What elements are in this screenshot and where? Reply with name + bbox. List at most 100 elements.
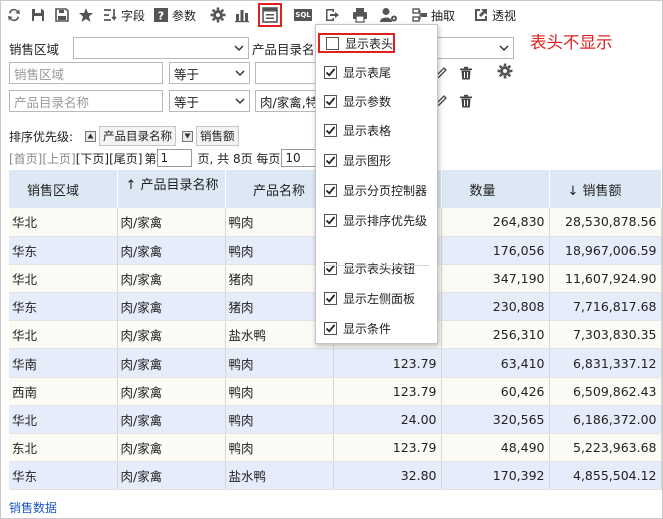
extract-icon [412,7,428,23]
checkbox-checked-icon[interactable] [324,123,337,137]
checkbox-unchecked-icon[interactable] [326,36,339,50]
cell-category: 肉/家禽 [117,264,226,294]
menu-item-option[interactable]: 显示表头按钮 [324,258,415,278]
menu-item-label: 显示参数 [343,94,392,109]
menu-item-label: 显示分页控制器 [343,183,428,198]
prev-page-link[interactable]: [上页] [42,150,75,167]
col-header-region[interactable]: 销售区域 [9,170,118,208]
chevron-down-icon [499,45,509,52]
category-select[interactable] [432,37,514,59]
dataset-link[interactable]: 销售数据 [9,499,57,516]
cell-sales: 5,223,963.68 [549,433,662,463]
menu-item-option[interactable]: 显示图形 [324,150,391,170]
sort-desc-arrow: ↓ [567,183,579,199]
cell-region: 华北 [9,320,118,350]
cell-region: 华东 [9,292,118,322]
condition-settings-button[interactable] [496,62,514,80]
checkbox-checked-icon[interactable] [324,261,337,275]
favorite-button[interactable] [74,3,98,27]
cell-sales: 28,530,878.56 [549,208,662,237]
sort-priority-label: 排序优先级: [9,129,74,144]
cell-qty: 63,410 [441,348,550,378]
pivot-button[interactable]: 透视 [469,3,520,27]
params-button[interactable]: ? 参数 [149,3,200,27]
col-header-sales[interactable]: ↓ 销售额 [549,170,662,208]
cell-category: 肉/家禽 [117,461,226,491]
col-header-qty[interactable]: 数量 [441,170,550,208]
sort-chip-sales[interactable]: 销售额 [182,126,239,146]
table-row[interactable]: 西南 肉/家禽 鸭肉 123.79 60,426 6,509,862.43 [9,377,662,406]
checkbox-checked-icon[interactable] [324,153,337,167]
condition-field-input[interactable]: 销售区域 [9,62,163,84]
gear-icon [210,7,226,23]
delete-condition-button[interactable] [457,64,475,82]
cell-region: 西南 [9,377,118,406]
page-number-input[interactable]: 1 [156,149,192,167]
chart-button[interactable] [230,3,254,27]
sort-chip-label: 产品目录名称 [99,126,177,146]
checkbox-checked-icon[interactable] [324,321,337,335]
operator-value: 等于 [174,66,200,82]
sort-chip-category[interactable]: 产品目录名称 [85,126,177,146]
cell-qty: 48,490 [441,433,550,463]
pivot-icon [473,7,489,23]
sql-button[interactable]: SQL [290,3,316,27]
next-page-link[interactable]: [下页] [76,150,109,167]
menu-item-option[interactable]: 显示表格 [324,120,391,140]
menu-item-option[interactable]: 显示左侧面板 [324,288,415,308]
menu-item-option[interactable]: 显示排序优先级 [324,210,427,230]
operator-select[interactable]: 等于 [169,62,250,84]
table-row[interactable]: 华北 肉/家禽 鸭肉 24.00 320,565 6,186,372.00 [9,405,662,435]
sort-asc-icon [85,130,97,142]
save-button[interactable] [26,3,50,27]
fields-button[interactable]: 字段 [98,3,149,27]
cell-region: 华北 [9,208,118,237]
chevron-down-icon [235,98,245,105]
menu-item-label: 显示表尾 [343,65,392,80]
settings-button[interactable] [206,3,230,27]
checkbox-checked-icon[interactable] [324,213,337,227]
cell-category: 肉/家禽 [117,292,226,322]
gear-icon [497,63,513,79]
menu-item-option[interactable]: 显示分页控制器 [324,180,427,200]
cell-qty: 347,190 [441,264,550,294]
last-page-link[interactable]: [尾页] [109,150,142,167]
checkbox-checked-icon[interactable] [324,65,337,79]
cell-region: 华东 [9,461,118,491]
svg-text:?: ? [158,10,164,23]
layout-toggle-button[interactable] [258,3,283,27]
refresh-button[interactable] [2,3,26,27]
region-label: 销售区域 [9,41,60,57]
checkbox-checked-icon[interactable] [324,291,337,305]
save-as-button[interactable] [50,3,74,27]
cell-qty: 256,310 [441,320,550,350]
region-select[interactable] [73,37,249,59]
condition-field-input[interactable]: 产品目录名称 [9,90,163,112]
operator-select[interactable]: 等于 [169,90,250,112]
menu-item-option[interactable]: 显示条件 [324,318,391,338]
menu-item-option[interactable]: 显示表头 [318,33,395,53]
checkbox-checked-icon[interactable] [324,94,337,108]
cell-category: 肉/家禽 [117,433,226,463]
cell-product: 鸭肉 [225,348,334,378]
cell-category: 肉/家禽 [117,236,226,265]
cell-sales: 6,186,372.00 [549,405,662,435]
col-header-category[interactable]: ↑ 产品目录名称 [117,170,226,208]
cell-price: 123.79 [333,348,442,378]
checkbox-checked-icon[interactable] [324,183,337,197]
pivot-label: 透视 [492,8,517,23]
menu-item-label: 显示左侧面板 [343,291,416,306]
fields-label: 字段 [121,8,146,23]
menu-item-option[interactable]: 显示表尾 [324,62,391,82]
table-row[interactable]: 华东 肉/家禽 盐水鸭 32.80 170,392 4,855,504.12 [9,461,662,491]
table-row[interactable]: 东北 肉/家禽 鸭肉 123.79 48,490 5,223,963.68 [9,433,662,463]
col-header-sales-label: 销售额 [582,183,622,199]
star-icon [78,7,94,23]
operator-value: 等于 [174,94,200,110]
first-page-link[interactable]: [首页] [9,150,42,167]
sort-desc-icon [182,130,194,142]
delete-condition-button[interactable] [457,92,475,110]
table-row[interactable]: 华南 肉/家禽 鸭肉 123.79 63,410 6,831,337.12 [9,348,662,378]
help-box-icon: ? [153,7,169,23]
menu-item-option[interactable]: 显示参数 [324,91,391,111]
